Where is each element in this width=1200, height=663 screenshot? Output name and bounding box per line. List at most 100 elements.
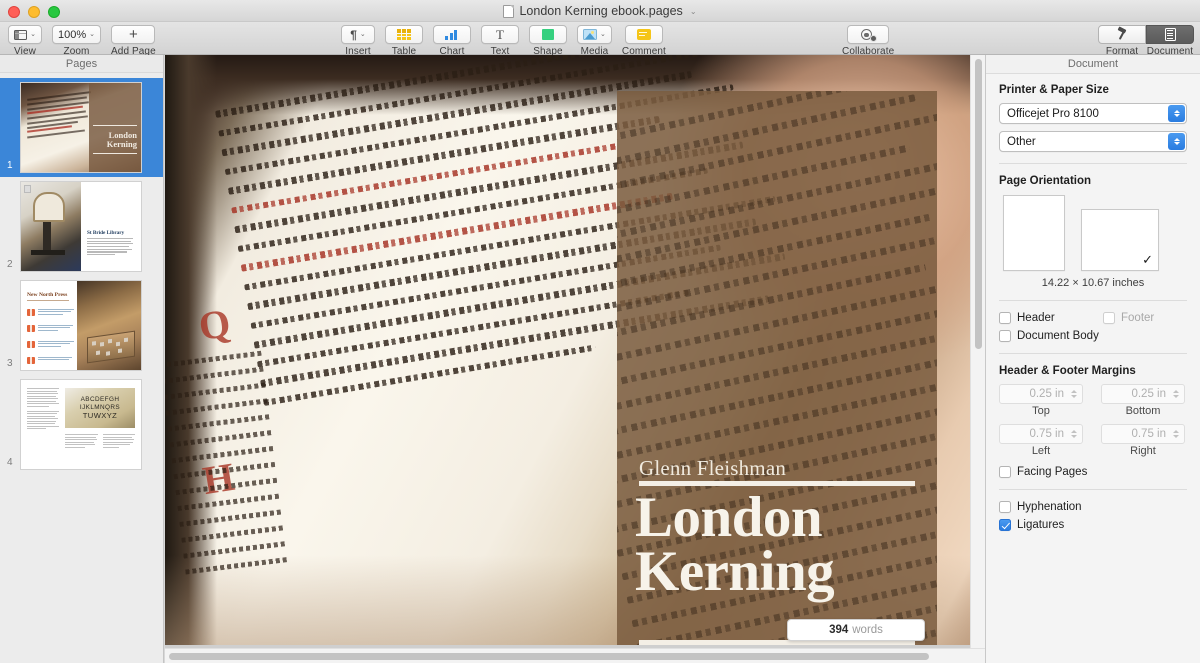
- inspector-tabs: Format Document: [1098, 25, 1194, 57]
- header-label: Header: [1017, 312, 1055, 324]
- zoom-button[interactable]: 100% ⌄ Zoom: [52, 25, 102, 57]
- printer-stepper-icon[interactable]: [1168, 105, 1185, 122]
- printer-select[interactable]: Officejet Pro 8100: [999, 103, 1187, 124]
- text-button[interactable]: T Text: [481, 25, 519, 57]
- facing-pages-label: Facing Pages: [1017, 466, 1088, 478]
- vertical-scrollbar-thumb[interactable]: [975, 59, 982, 349]
- page-thumbnail-image-4: ABCDEFGH IJKLMNQRS TUWXYZ: [20, 379, 142, 470]
- tab-format[interactable]: Format: [1098, 25, 1146, 57]
- zoom-value: 100%: [58, 28, 87, 41]
- media-button[interactable]: ⌄ Media: [577, 25, 612, 57]
- view-button[interactable]: ⌄ View: [8, 25, 42, 57]
- divider-2: [999, 300, 1187, 301]
- margin-top-cell: 0.25 in Top: [999, 384, 1083, 417]
- document-body-checkbox-row[interactable]: Document Body: [999, 330, 1187, 342]
- window-titlebar: London Kerning ebook.pages ⌄: [0, 0, 1200, 22]
- margin-right-input[interactable]: 0.75 in: [1101, 424, 1185, 444]
- table-button[interactable]: Table: [385, 25, 423, 57]
- paper-size-stepper-icon[interactable]: [1168, 133, 1185, 150]
- page-size-readout: 14.22 × 10.67 inches: [1041, 277, 1145, 289]
- document-title-area: London Kerning ebook.pages ⌄: [0, 0, 1200, 22]
- cover-author: Glenn Fleishman: [639, 456, 787, 480]
- hyphenation-checkbox-row[interactable]: Hyphenation: [999, 501, 1187, 513]
- ligatures-checkbox-row[interactable]: Ligatures: [999, 519, 1187, 531]
- canvas-horizontal-scrollbar[interactable]: [165, 648, 985, 663]
- facing-pages-checkbox[interactable]: [999, 466, 1011, 478]
- book-cover-overlay[interactable]: Glenn Fleishman London Kerning: [617, 91, 937, 645]
- document-title[interactable]: London Kerning ebook.pages: [519, 4, 682, 18]
- insert-button[interactable]: ¶ ⌄ Insert: [341, 25, 375, 57]
- margin-bottom-stepper-icon[interactable]: [1170, 386, 1181, 402]
- ligatures-checkbox[interactable]: [999, 519, 1011, 531]
- ligatures-label: Ligatures: [1017, 519, 1065, 531]
- orientation-selected-check-icon: ✓: [1142, 252, 1153, 267]
- facing-pages-checkbox-row[interactable]: Facing Pages: [999, 466, 1187, 478]
- margin-left-label: Left: [1031, 445, 1051, 457]
- page-thumbnail-image-2: St Bride Library: [20, 181, 142, 272]
- sidebar-title: Pages: [0, 55, 163, 73]
- chevron-down-icon: ⌄: [89, 31, 96, 38]
- orientation-portrait-option[interactable]: [1003, 195, 1065, 271]
- inspector-title: Document: [986, 55, 1200, 74]
- page-thumbnail-list[interactable]: London Kerning 1 St Bride Library 2 New …: [0, 74, 163, 663]
- margin-fields-grid: 0.25 in Top 0.25 in Bottom 0.75 in Left …: [999, 384, 1187, 464]
- word-count-badge[interactable]: 394 words: [787, 619, 925, 641]
- header-checkbox[interactable]: [999, 312, 1011, 324]
- margin-right-stepper-icon[interactable]: [1170, 426, 1181, 442]
- page-thumbnail-3[interactable]: New North Press 3: [0, 276, 163, 375]
- thumb-specimen-photo-4: ABCDEFGH IJKLMNQRS TUWXYZ: [65, 388, 135, 428]
- word-count-label: words: [852, 624, 883, 636]
- document-body-checkbox[interactable]: [999, 330, 1011, 342]
- toolbar-left-group: ⌄ View 100% ⌄ Zoom + Add Page: [8, 25, 156, 57]
- margin-left-stepper-icon[interactable]: [1068, 426, 1079, 442]
- hyphenation-checkbox[interactable]: [999, 501, 1011, 513]
- chart-button[interactable]: Chart: [433, 25, 471, 57]
- page-thumbnail-4[interactable]: ABCDEFGH IJKLMNQRS TUWXYZ 4: [0, 375, 163, 474]
- page-number-1: 1: [7, 160, 13, 171]
- divider-4: [999, 489, 1187, 490]
- thumb-heading-3: New North Press: [27, 292, 68, 298]
- horizontal-scrollbar-thumb[interactable]: [169, 653, 929, 660]
- margin-bottom-cell: 0.25 in Bottom: [1101, 384, 1185, 417]
- header-checkbox-row[interactable]: Header: [999, 312, 1103, 324]
- margin-bottom-input[interactable]: 0.25 in: [1101, 384, 1185, 404]
- page-orientation-options: ✓: [1003, 195, 1187, 271]
- chart-icon: [445, 29, 459, 40]
- chevron-down-icon: ⌄: [600, 31, 606, 38]
- tab-document[interactable]: Document: [1146, 25, 1194, 57]
- pages-app-window: London Kerning ebook.pages ⌄ ⌄ View 100%…: [0, 0, 1200, 663]
- margin-right-value: 0.75 in: [1131, 428, 1166, 440]
- collaborate-button[interactable]: Collaborate: [842, 25, 894, 57]
- page-number-4: 4: [7, 457, 13, 468]
- add-page-button[interactable]: + Add Page: [111, 25, 156, 57]
- pages-sidebar: Pages London Kerning 1 St Bride Library …: [0, 55, 164, 663]
- margin-top-input[interactable]: 0.25 in: [999, 384, 1083, 404]
- divider-1: [999, 163, 1187, 164]
- comment-icon: [636, 29, 651, 40]
- format-brush-icon: [1116, 28, 1129, 41]
- page-thumbnail-1[interactable]: London Kerning 1: [0, 78, 163, 177]
- document-canvas[interactable]: Q H Glenn Fleishman London Kerning 394 w…: [165, 55, 985, 663]
- orientation-landscape-option[interactable]: ✓: [1081, 209, 1159, 271]
- margin-left-input[interactable]: 0.75 in: [999, 424, 1083, 444]
- title-chevron-down-icon[interactable]: ⌄: [690, 7, 697, 16]
- media-icon: [583, 29, 597, 40]
- hyphenation-label: Hyphenation: [1017, 501, 1082, 513]
- cover-title-line-1: London: [635, 486, 823, 549]
- divider-3: [999, 353, 1187, 354]
- margin-top-value: 0.25 in: [1029, 388, 1064, 400]
- margin-bottom-label: Bottom: [1125, 405, 1161, 417]
- footer-checkbox[interactable]: [1103, 312, 1115, 324]
- footer-checkbox-row[interactable]: Footer: [1103, 312, 1154, 324]
- margin-left-value: 0.75 in: [1029, 428, 1064, 440]
- comment-button[interactable]: Comment: [622, 25, 666, 57]
- page-thumbnail-image-3: New North Press: [20, 280, 142, 371]
- canvas-vertical-scrollbar[interactable]: [970, 55, 985, 663]
- page-thumbnail-2[interactable]: St Bride Library 2: [0, 177, 163, 276]
- margins-section-title: Header & Footer Margins: [999, 365, 1136, 377]
- margin-top-label: Top: [1032, 405, 1050, 417]
- table-icon: [397, 29, 411, 40]
- paper-size-select[interactable]: Other: [999, 131, 1187, 152]
- shape-button[interactable]: Shape: [529, 25, 567, 57]
- margin-top-stepper-icon[interactable]: [1068, 386, 1079, 402]
